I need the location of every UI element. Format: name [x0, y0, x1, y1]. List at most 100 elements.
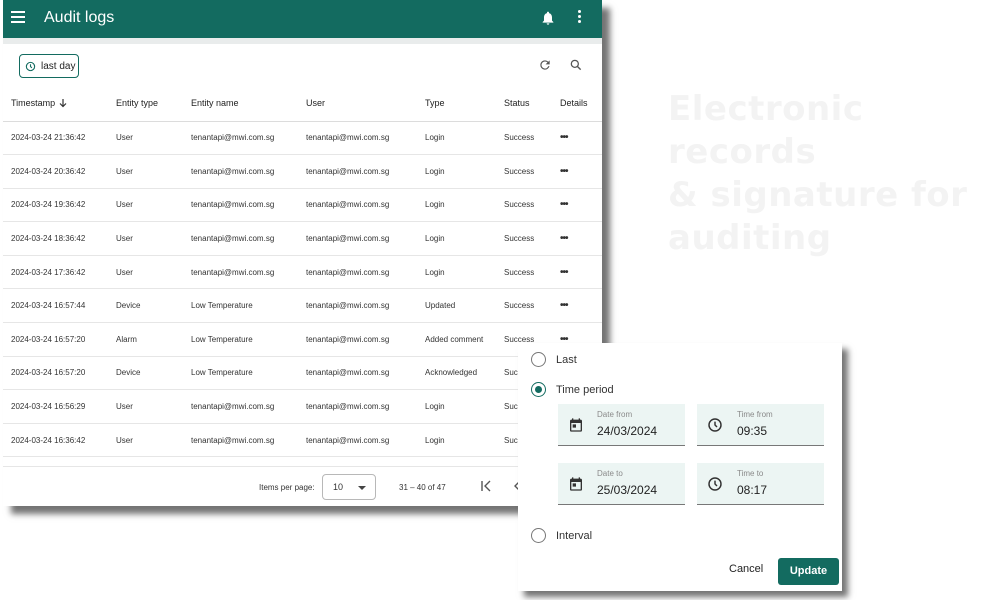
cell-timestamp: 2024-03-24 17:36:42 — [3, 255, 116, 290]
cell-status: Success — [504, 154, 560, 189]
date-from-label: Date from — [597, 410, 633, 419]
column-header-status[interactable]: Status — [504, 85, 560, 122]
bell-icon[interactable] — [540, 10, 556, 26]
table-header-row: Timestamp Entity type Entity name User T… — [3, 85, 602, 122]
date-to-field[interactable]: Date to 25/03/2024 — [558, 463, 685, 505]
audit-logs-window: Audit logs last day Timestamp Entity typ… — [3, 0, 602, 506]
more-horiz-icon[interactable]: ••• — [560, 132, 568, 143]
cell-type: Updated — [425, 288, 504, 324]
cell-user: tenantapi@mwi.com.sg — [306, 221, 425, 256]
cell-user: tenantapi@mwi.com.sg — [306, 423, 425, 458]
more-horiz-icon[interactable]: ••• — [560, 233, 568, 244]
calendar-icon[interactable] — [568, 417, 584, 433]
details-cell: ••• — [560, 121, 602, 156]
details-cell: ••• — [560, 221, 602, 256]
more-horiz-icon[interactable]: ••• — [560, 267, 568, 278]
details-cell: ••• — [560, 288, 602, 324]
cell-entity-type: Alarm — [116, 322, 191, 357]
cell-type: Added comment — [425, 322, 504, 357]
table-row: 2024-03-24 20:36:42 User tenantapi@mwi.com… — [3, 154, 602, 189]
radio-button[interactable] — [531, 528, 546, 543]
clock-icon[interactable] — [707, 476, 723, 492]
cell-entity-type: User — [116, 121, 191, 156]
cell-entity-type: User — [116, 188, 191, 223]
cell-user: tenantapi@mwi.com.sg — [306, 154, 425, 189]
column-header-timestamp[interactable]: Timestamp — [3, 85, 116, 122]
time-to-label: Time to — [737, 469, 764, 478]
cell-entity-name: tenantapi@mwi.com.sg — [191, 188, 306, 223]
cell-timestamp: 2024-03-24 18:36:42 — [3, 221, 116, 256]
details-cell: ••• — [560, 154, 602, 189]
radio-option-time-period[interactable]: Time period — [531, 382, 614, 397]
first-page-icon[interactable] — [480, 480, 492, 492]
radio-label-interval: Interval — [556, 529, 593, 542]
cell-user: tenantapi@mwi.com.sg — [306, 389, 425, 424]
time-window-chip[interactable]: last day — [19, 54, 79, 78]
calendar-icon[interactable] — [568, 476, 584, 492]
cell-timestamp: 2024-03-24 16:57:20 — [3, 322, 116, 357]
cell-timestamp: 2024-03-24 16:57:20 — [3, 356, 116, 391]
cell-entity-type: User — [116, 423, 191, 458]
cell-entity-type: User — [116, 389, 191, 424]
time-window-label: last day — [41, 60, 76, 72]
more-vert-icon[interactable] — [574, 10, 584, 28]
column-header-user[interactable]: User — [306, 85, 425, 122]
date-from-field[interactable]: Date from 24/03/2024 — [558, 404, 685, 446]
headline-line-1: Electronic records — [668, 89, 864, 172]
radio-label-last: Last — [556, 353, 577, 366]
cell-status: Success — [504, 255, 560, 290]
items-per-page-select[interactable]: 10 — [322, 474, 376, 500]
cell-user: tenantapi@mwi.com.sg — [306, 188, 425, 223]
more-horiz-icon[interactable]: ••• — [560, 166, 568, 177]
time-to-value: 08:17 — [737, 483, 768, 497]
time-to-field[interactable]: Time to 08:17 — [697, 463, 824, 505]
cell-entity-type: Device — [116, 356, 191, 391]
table-row: 2024-03-24 16:57:20 Device Low Temperature… — [3, 356, 602, 391]
time-from-value: 09:35 — [737, 424, 768, 438]
cell-timestamp: 2024-03-24 16:56:29 — [3, 389, 116, 424]
radio-option-last[interactable]: Last — [531, 352, 577, 367]
cell-status: Success — [504, 221, 560, 256]
table-row: 2024-03-24 21:36:42 User tenantapi@mwi.com… — [3, 121, 602, 156]
radio-option-interval[interactable]: Interval — [531, 528, 592, 543]
search-icon[interactable] — [569, 58, 583, 72]
radio-button-selected[interactable] — [531, 382, 546, 397]
cell-type: Login — [425, 188, 504, 223]
column-header-type[interactable]: Type — [425, 85, 504, 122]
table-row: 2024-03-24 16:57:44 Device Low Temperature… — [3, 288, 602, 324]
cell-entity-name: Low Temperature — [191, 322, 306, 357]
cell-type: Login — [425, 255, 504, 290]
cell-status: Success — [504, 188, 560, 223]
cancel-button[interactable]: Cancel — [729, 563, 763, 575]
items-per-page-label: Items per page: — [259, 483, 315, 492]
table-row: 2024-03-24 17:36:42 User tenantapi@mwi.com… — [3, 255, 602, 290]
cell-entity-name: tenantapi@mwi.com.sg — [191, 121, 306, 156]
date-to-label: Date to — [597, 469, 623, 478]
cell-entity-name: tenantapi@mwi.com.sg — [191, 389, 306, 424]
clock-icon[interactable] — [707, 417, 723, 433]
cell-timestamp: 2024-03-24 19:36:42 — [3, 188, 116, 223]
cell-entity-name: Low Temperature — [191, 356, 306, 391]
column-header-entity-type[interactable]: Entity type — [116, 85, 191, 122]
radio-button[interactable] — [531, 352, 546, 367]
marketing-headline: Electronic records & signature for audit… — [668, 88, 998, 260]
items-per-page-value: 10 — [333, 482, 344, 492]
cell-type: Login — [425, 389, 504, 424]
cell-timestamp: 2024-03-24 16:57:44 — [3, 288, 116, 324]
cell-type: Login — [425, 221, 504, 256]
cell-entity-name: tenantapi@mwi.com.sg — [191, 154, 306, 189]
column-header-entity-name[interactable]: Entity name — [191, 85, 306, 122]
time-from-field[interactable]: Time from 09:35 — [697, 404, 824, 446]
page-title: Audit logs — [44, 9, 115, 26]
menu-icon[interactable] — [11, 11, 25, 25]
time-window-popup: Last Time period Date from 24/03/2024 Ti… — [518, 343, 842, 591]
table-row: 2024-03-24 16:56:29 User tenantapi@mwi.com… — [3, 389, 602, 424]
update-button[interactable]: Update — [778, 558, 839, 585]
table-row: 2024-03-24 16:36:42 User tenantapi@mwi.com… — [3, 423, 602, 458]
cell-user: tenantapi@mwi.com.sg — [306, 356, 425, 391]
more-horiz-icon[interactable]: ••• — [560, 199, 568, 210]
cell-timestamp: 2024-03-24 20:36:42 — [3, 154, 116, 189]
table-row: 2024-03-24 16:57:20 Alarm Low Temperature t… — [3, 322, 602, 357]
refresh-icon[interactable] — [538, 58, 552, 72]
more-horiz-icon[interactable]: ••• — [560, 300, 568, 311]
